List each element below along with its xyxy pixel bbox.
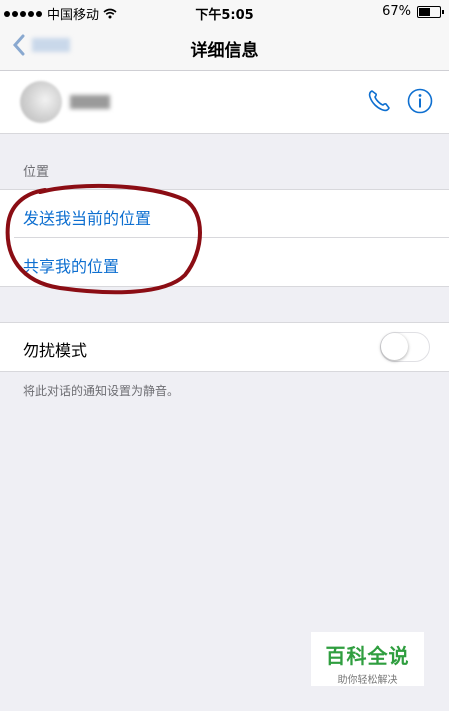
contact-row[interactable] [0, 71, 449, 134]
divider [14, 237, 449, 238]
do-not-disturb-note: 将此对话的通知设置为静音。 [23, 384, 180, 398]
navigation-bar: 详细信息 [0, 24, 449, 71]
phone-icon[interactable] [366, 88, 392, 114]
send-current-location-button[interactable]: 发送我当前的位置 [23, 205, 151, 229]
share-my-location-button[interactable]: 共享我的位置 [23, 253, 119, 277]
location-group: 发送我当前的位置 共享我的位置 [0, 189, 449, 287]
watermark-subtitle: 助你轻松解决 [337, 675, 398, 686]
do-not-disturb-toggle[interactable] [380, 332, 430, 362]
contact-name-redacted [70, 95, 110, 109]
toggle-knob [381, 333, 408, 360]
watermark-logo: 百科全说 助你轻松解决 [311, 632, 424, 686]
battery-icon [417, 5, 444, 18]
watermark-title: 百科全说 [325, 644, 410, 668]
do-not-disturb-label: 勿扰模式 [23, 341, 88, 360]
status-bar-right: 67% [382, 4, 444, 19]
avatar[interactable] [20, 81, 62, 123]
battery-fill [419, 7, 430, 16]
do-not-disturb-row: 勿扰模式 [0, 322, 449, 372]
status-bar: 中国移动 下午5:05 67% [0, 0, 449, 24]
battery-percent: 67% [382, 4, 411, 19]
info-icon[interactable] [407, 88, 433, 114]
page-title: 详细信息 [190, 41, 259, 61]
location-section-header: 位置 [23, 165, 50, 180]
